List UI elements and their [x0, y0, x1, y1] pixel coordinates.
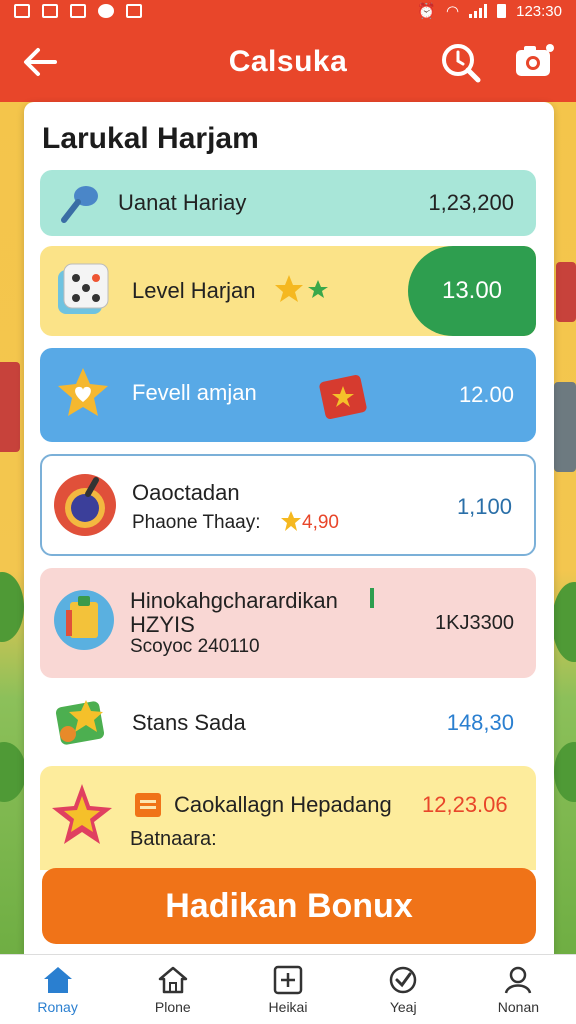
- row-sublabel: Phaone Thaay:: [132, 512, 261, 533]
- nav-label: Heikai: [268, 998, 308, 1015]
- nav-label: Plone: [154, 998, 191, 1015]
- star-burst-icon: [50, 782, 114, 853]
- bottom-navigation: Ronay Plone Heikai Yeaj Nonan: [0, 954, 576, 1024]
- row-marker: [370, 588, 374, 608]
- decor-sign: [0, 362, 20, 452]
- decor-tree: [554, 742, 576, 802]
- search-button[interactable]: [438, 40, 482, 84]
- nav-item-ronay[interactable]: Ronay: [0, 955, 115, 1024]
- claim-bonus-button[interactable]: Hadikan Bonux: [42, 868, 536, 944]
- nav-item-heikai[interactable]: Heikai: [230, 955, 345, 1024]
- row-label: Fevell amjan: [132, 380, 257, 405]
- decor-tree: [0, 742, 26, 802]
- app-title: Calsuka: [228, 45, 348, 78]
- row-value: 12,23.06: [422, 792, 508, 817]
- wifi-icon: ◠: [446, 3, 460, 20]
- app-bar: Calsuka: [0, 22, 576, 102]
- home-outline-icon: [158, 966, 188, 993]
- row-label: Level Harjan: [132, 278, 256, 303]
- list-item-caokallagn[interactable]: Caokallagn Hepadang 12,23.06 Batnaara:: [40, 766, 536, 870]
- notification-icons: [14, 4, 142, 18]
- alarm-icon: ⏰: [417, 3, 437, 20]
- decor-sign: [556, 262, 576, 322]
- row-value: 1,100: [456, 494, 512, 519]
- clock-text: 123:30: [516, 2, 562, 20]
- row-label: Oaoctadan: [132, 480, 240, 505]
- row-sublabel: Batnaara:: [130, 828, 217, 850]
- row-label-secondary: HZYIS: [130, 612, 195, 637]
- nav-item-nonan[interactable]: Nonan: [461, 955, 576, 1024]
- nav-label: Yeaj: [389, 998, 417, 1015]
- star-icon: [280, 510, 302, 537]
- level-value-badge: 13.00: [408, 246, 536, 336]
- decor-post: [554, 382, 576, 472]
- row-label: Caokallagn Hepadang: [174, 792, 392, 817]
- heart-badge-icon: [54, 366, 112, 429]
- list-item-hinokah[interactable]: Hinokahgcharardikan HZYIS Scoyoc 240110 …: [40, 568, 536, 678]
- row-sublabel: Scoyoc 240110: [130, 636, 260, 657]
- note-icon: [134, 792, 162, 823]
- back-arrow-icon: [24, 48, 57, 76]
- nav-item-plone[interactable]: Plone: [115, 955, 230, 1024]
- plus-square-icon: [273, 965, 303, 994]
- row-value: 12.00: [458, 382, 514, 407]
- row-value: 1KJ3300: [435, 612, 514, 634]
- row-label: Uanat Hariay: [118, 190, 247, 215]
- search-icon: [442, 44, 481, 83]
- row-sub-value: 4,90: [302, 512, 339, 533]
- dice-icon: [54, 260, 114, 325]
- clipboard-badge-icon: [52, 588, 116, 657]
- nav-item-yeaj[interactable]: Yeaj: [346, 955, 461, 1024]
- rewards-card: Larukal Harjam Uanat Hariay 1,23,200 Lev…: [24, 102, 554, 954]
- row-value: 1,23,200: [428, 190, 514, 215]
- decor-tree: [552, 582, 576, 662]
- gift-book-icon: [316, 368, 372, 427]
- nav-notification-icon: [126, 4, 142, 18]
- battery-icon: [497, 4, 507, 18]
- nav-label: Ronay: [37, 998, 78, 1015]
- gallery-notification-icon: [42, 4, 58, 18]
- decor-tree: [0, 572, 24, 642]
- signal-icon: [469, 4, 488, 18]
- list-item-level[interactable]: Level Harjan 13.00: [40, 246, 536, 336]
- row-label: Hinokahgcharardikan: [130, 588, 338, 613]
- card-title: Larukal Harjam: [42, 122, 259, 155]
- row-value: 148,30: [446, 710, 514, 735]
- list-item-stans[interactable]: Stans Sada 148,30: [40, 686, 536, 758]
- pin-icon: [58, 182, 102, 229]
- list-item-fevell[interactable]: Fevell amjan 12.00: [40, 348, 536, 442]
- status-bar: ⏰ ◠ 123:30: [0, 0, 576, 22]
- check-circle-icon: [389, 966, 417, 993]
- star-ticket-icon: [54, 694, 110, 755]
- back-button[interactable]: [20, 42, 60, 82]
- star-icon: [274, 274, 330, 309]
- photo-notification-icon: [70, 4, 86, 18]
- person-icon: [505, 966, 532, 993]
- list-item-oaoctadan[interactable]: Oaoctadan Phaone Thaay: 4,90 1,100: [40, 454, 536, 556]
- camera-button[interactable]: [512, 40, 556, 84]
- app-notification-icon: [98, 4, 114, 18]
- image-notification-icon: [14, 4, 30, 18]
- row-label: Stans Sada: [132, 710, 246, 735]
- camera-icon: [516, 44, 554, 76]
- home-filled-icon: [43, 966, 72, 993]
- list-item-uanat[interactable]: Uanat Hariay 1,23,200: [40, 170, 536, 236]
- nav-label: Nonan: [497, 998, 540, 1015]
- magnifier-badge-icon: [52, 472, 118, 543]
